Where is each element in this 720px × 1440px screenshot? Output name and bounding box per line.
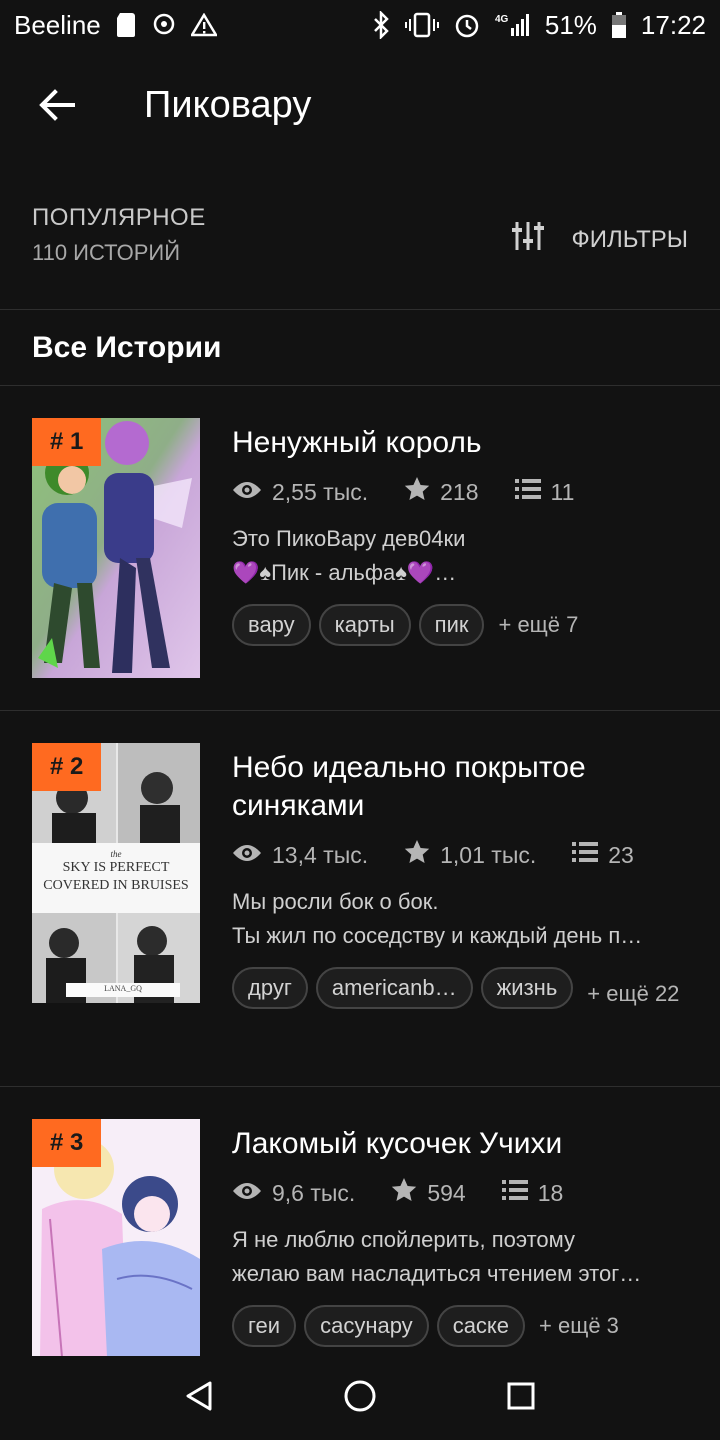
filters-label: ФИЛЬТРЫ [571,225,688,253]
tag-list: вару карты пик + ещё 7 [232,604,692,646]
filters-button[interactable]: ФИЛЬТРЫ [511,220,688,259]
rank-badge: # 3 [32,1119,102,1167]
votes-count: 218 [440,478,479,505]
svg-text:4G: 4G [495,14,509,25]
more-tags-link[interactable]: + ещё 22 [581,981,685,1007]
star-icon [391,1177,417,1209]
description-line: Это ПикоВару дев04ки [232,526,466,551]
tag-chip[interactable]: жизнь [480,967,574,1009]
status-bar: Beeline 4G 51% 17:22 [0,0,720,50]
back-button[interactable] [32,80,82,130]
vibrate-icon [404,12,439,38]
description-line: 💜♠Пик - альфа♠💜… [232,560,457,585]
battery-icon [611,11,627,39]
story-info: Ненужный король 2,55 тыс. 218 11 Это Пик… [232,424,692,646]
cover-author: LANA_GQ [104,984,142,993]
signal-icon: 4G [495,12,531,38]
sd-card-icon [115,12,137,38]
description-line: Я не люблю спойлерить, поэтому [232,1227,576,1252]
tag-chip[interactable]: друг [232,967,308,1009]
warning-icon [190,13,217,37]
tag-chip[interactable]: геи [232,1305,297,1347]
description-line: Мы росли бок о бок. [232,889,439,914]
sort-bar: ПОПУЛЯРНОЕ 110 ИСТОРИЙ ФИЛЬТРЫ [0,190,720,310]
star-icon [404,476,430,508]
tag-chip[interactable]: вару [232,604,311,646]
bluetooth-icon [371,11,391,39]
hotspot-icon [151,12,177,38]
home-nav-button[interactable] [343,1379,377,1418]
story-description: Это ПикоВару дев04ки 💜♠Пик - альфа♠💜… [232,522,692,590]
rank-badge: # 2 [32,743,102,791]
section-title: Все Истории [0,310,720,386]
story-title[interactable]: Лакомый кусочек Учихи [232,1125,692,1163]
votes-count: 594 [427,1179,466,1206]
square-recents-icon [507,1382,535,1409]
recents-nav-button[interactable] [506,1381,536,1416]
story-cover[interactable]: # 3 [32,1119,200,1357]
story-card[interactable]: the SKY IS PERFECT COVERED IN BRUISES LA… [0,711,720,1087]
parts-count: 18 [537,1179,564,1206]
sliders-icon [511,220,545,259]
tag-chip[interactable]: сасунару [304,1305,429,1347]
star-icon [404,839,430,871]
reads-count: 9,6 тыс. [272,1179,356,1206]
story-card[interactable]: # 3 Лакомый кусочек Учихи 9,6 тыс. 594 1… [0,1087,720,1357]
story-card[interactable]: # 1 Ненужный король 2,55 тыс. 218 11 Это… [0,386,720,711]
reads-count: 2,55 тыс. [272,478,369,505]
clock: 17:22 [640,9,706,40]
cover-title-prefix: the [110,849,122,859]
tag-list: друг americanb… жизнь + ещё 22 [232,967,692,1009]
circle-home-icon [344,1380,376,1411]
app-bar: Пиковару [0,55,720,155]
parts-count: 11 [550,478,575,505]
alarm-icon [453,11,481,39]
more-tags-link[interactable]: + ещё 3 [533,1313,625,1339]
eye-icon [232,1180,262,1207]
story-info: Небо идеально покрытое синяками 13,4 тыс… [232,749,692,1009]
tag-chip[interactable]: пик [418,604,485,646]
tag-chip[interactable]: саске [436,1305,526,1347]
page-title: Пиковару [144,83,312,126]
story-count: 110 ИСТОРИЙ [32,240,181,265]
system-nav-bar [0,1356,720,1440]
cover-title: the SKY IS PERFECT COVERED IN BRUISES [32,849,200,895]
eye-icon [232,842,262,869]
eye-icon [232,479,262,506]
battery-percent: 51% [544,9,597,40]
story-stats: 9,6 тыс. 594 18 [232,1177,692,1209]
story-cover[interactable]: # 1 [32,418,200,678]
story-title[interactable]: Небо идеально покрытое синяками [232,749,692,825]
list-icon [572,841,599,869]
description-line: желаю вам насладиться чтением этог… [232,1261,642,1286]
rank-badge: # 1 [32,418,102,466]
more-tags-link[interactable]: + ещё 7 [492,612,584,638]
votes-count: 1,01 тыс. [440,841,537,868]
story-description: Мы росли бок о бок. Ты жил по соседству … [232,885,692,953]
story-stats: 13,4 тыс. 1,01 тыс. 23 [232,839,692,871]
carrier-label: Beeline [14,9,101,40]
story-title[interactable]: Ненужный король [232,424,692,462]
story-info: Лакомый кусочек Учихи 9,6 тыс. 594 18 Я … [232,1125,692,1347]
reads-count: 13,4 тыс. [272,841,369,868]
list-icon [501,1179,528,1207]
tag-chip[interactable]: карты [318,604,411,646]
triangle-back-icon [186,1381,212,1410]
arrow-left-icon [39,89,75,121]
cover-title-text: SKY IS PERFECT COVERED IN BRUISES [43,860,189,893]
sort-label[interactable]: ПОПУЛЯРНОЕ [32,204,206,232]
tag-chip[interactable]: americanb… [315,967,473,1009]
tag-list: геи сасунару саске + ещё 3 [232,1305,692,1347]
description-line: Ты жил по соседству и каждый день п… [232,923,643,948]
back-nav-button[interactable] [184,1380,214,1417]
parts-count: 23 [608,841,634,868]
list-icon [514,478,541,506]
story-cover[interactable]: the SKY IS PERFECT COVERED IN BRUISES LA… [32,743,200,1003]
story-description: Я не люблю спойлерить, поэтому желаю вам… [232,1223,692,1291]
story-stats: 2,55 тыс. 218 11 [232,476,692,508]
